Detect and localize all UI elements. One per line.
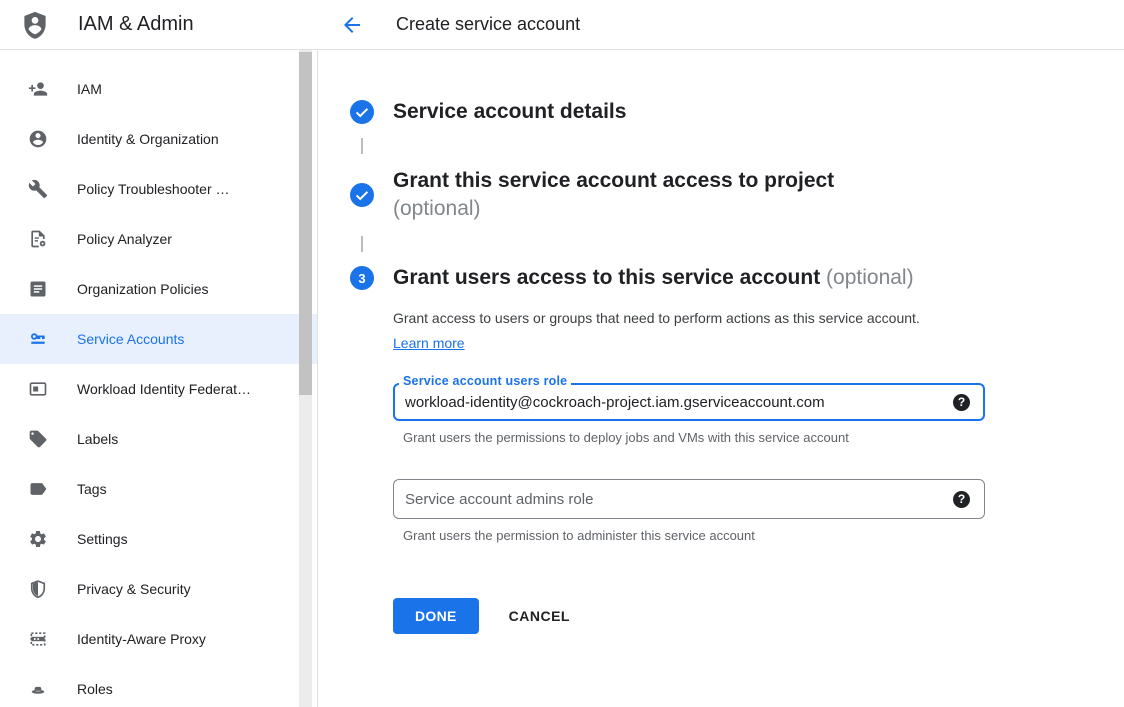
- sidebar-item-iam[interactable]: IAM: [0, 64, 317, 114]
- step-complete-check-icon: [350, 183, 374, 207]
- step-3[interactable]: 3 Grant users access to this service acc…: [350, 265, 1124, 291]
- account-circle-icon: [28, 129, 48, 149]
- label-tag-icon: [28, 429, 48, 449]
- page-title: Create service account: [396, 14, 580, 35]
- step-3-title: Grant users access to this service accou…: [393, 265, 914, 291]
- sidebar: IAM Identity & Organization Policy Troub…: [0, 50, 318, 707]
- form-actions: DONE CANCEL: [393, 598, 1124, 634]
- sidebar-item-workload-identity-federation[interactable]: Workload Identity Federat…: [0, 364, 317, 414]
- proxy-frame-icon: [28, 629, 48, 649]
- sidebar-item-tags[interactable]: Tags: [0, 464, 317, 514]
- product-header: IAM & Admin: [0, 0, 318, 49]
- step-3-optional-label: (optional): [826, 266, 914, 289]
- sidebar-item-policy-analyzer[interactable]: Policy Analyzer: [0, 214, 317, 264]
- step-complete-check-icon: [350, 100, 374, 124]
- stepper-connector: [361, 236, 363, 252]
- sidebar-item-labels[interactable]: Labels: [0, 414, 317, 464]
- step-1[interactable]: Service account details: [350, 99, 1124, 125]
- learn-more-link[interactable]: Learn more: [393, 335, 465, 351]
- tag-arrow-icon: [28, 479, 48, 499]
- step-2[interactable]: Grant this service account access to pro…: [350, 167, 1124, 223]
- step-3-description: Grant access to users or groups that nee…: [393, 306, 953, 356]
- document-gear-icon: [28, 229, 48, 249]
- sidebar-item-identity-organization[interactable]: Identity & Organization: [0, 114, 317, 164]
- sidebar-nav: IAM Identity & Organization Policy Troub…: [0, 50, 317, 707]
- wrench-icon: [28, 179, 48, 199]
- page-header: Create service account: [318, 0, 1124, 49]
- sidebar-scrollbar-track[interactable]: [299, 50, 312, 707]
- users-role-label: Service account users role: [399, 374, 571, 388]
- help-icon[interactable]: ?: [953, 394, 970, 411]
- sidebar-item-policy-troubleshooter[interactable]: Policy Troubleshooter …: [0, 164, 317, 214]
- sidebar-item-identity-aware-proxy[interactable]: Identity-Aware Proxy: [0, 614, 317, 664]
- shield-half-icon: [28, 579, 48, 599]
- card-icon: [28, 379, 48, 399]
- sidebar-item-privacy-security[interactable]: Privacy & Security: [0, 564, 317, 614]
- sidebar-item-roles[interactable]: Roles: [0, 664, 317, 707]
- product-title: IAM & Admin: [78, 13, 194, 36]
- back-arrow-icon[interactable]: [340, 13, 364, 37]
- service-account-key-icon: [28, 329, 48, 349]
- users-role-input[interactable]: [405, 394, 953, 411]
- admins-role-input[interactable]: [405, 491, 953, 508]
- iam-shield-icon: [20, 9, 50, 41]
- users-role-field: Service account users role ? Grant users…: [393, 383, 985, 445]
- gear-icon: [28, 529, 48, 549]
- sidebar-item-organization-policies[interactable]: Organization Policies: [0, 264, 317, 314]
- step-2-title: Grant this service account access to pro…: [393, 167, 834, 223]
- users-role-helper-text: Grant users the permissions to deploy jo…: [403, 430, 985, 445]
- cancel-button[interactable]: CANCEL: [509, 608, 570, 624]
- sidebar-item-service-accounts[interactable]: Service Accounts: [0, 314, 317, 364]
- step-1-title: Service account details: [393, 99, 626, 125]
- stepper-connector: [361, 138, 363, 154]
- document-lines-icon: [28, 279, 48, 299]
- admins-role-field: ? Grant users the permission to administ…: [393, 479, 985, 543]
- sidebar-item-settings[interactable]: Settings: [0, 514, 317, 564]
- hat-icon: [28, 679, 48, 699]
- sidebar-scrollbar-thumb[interactable]: [299, 52, 312, 395]
- done-button[interactable]: DONE: [393, 598, 479, 634]
- help-icon[interactable]: ?: [953, 491, 970, 508]
- person-add-icon: [28, 79, 48, 99]
- top-bar: IAM & Admin Create service account: [0, 0, 1124, 50]
- step-2-optional-label: (optional): [393, 197, 481, 220]
- main-content: Service account details Grant this servi…: [318, 50, 1124, 707]
- admins-role-helper-text: Grant users the permission to administer…: [403, 528, 985, 543]
- step-3-number-badge: 3: [350, 266, 374, 290]
